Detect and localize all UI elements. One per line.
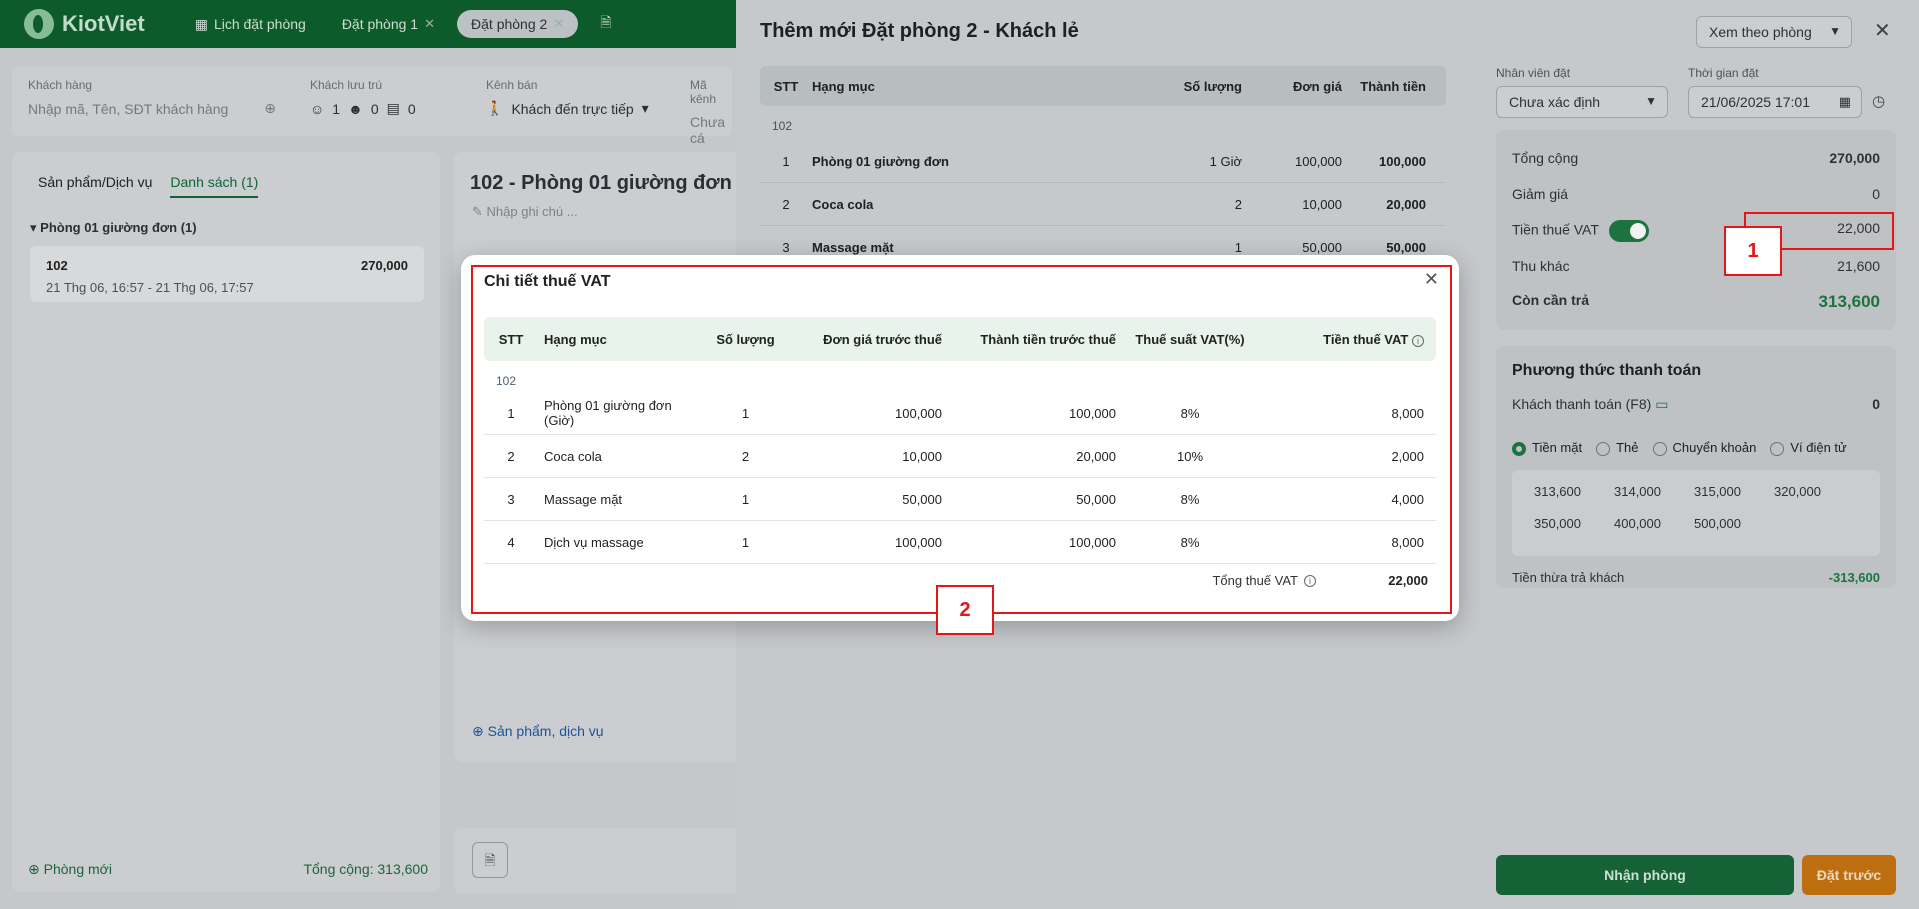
- annotation-box-2: [471, 265, 1452, 614]
- annotation-label-2: 2: [936, 585, 994, 635]
- annotation-label-1: 1: [1724, 226, 1782, 276]
